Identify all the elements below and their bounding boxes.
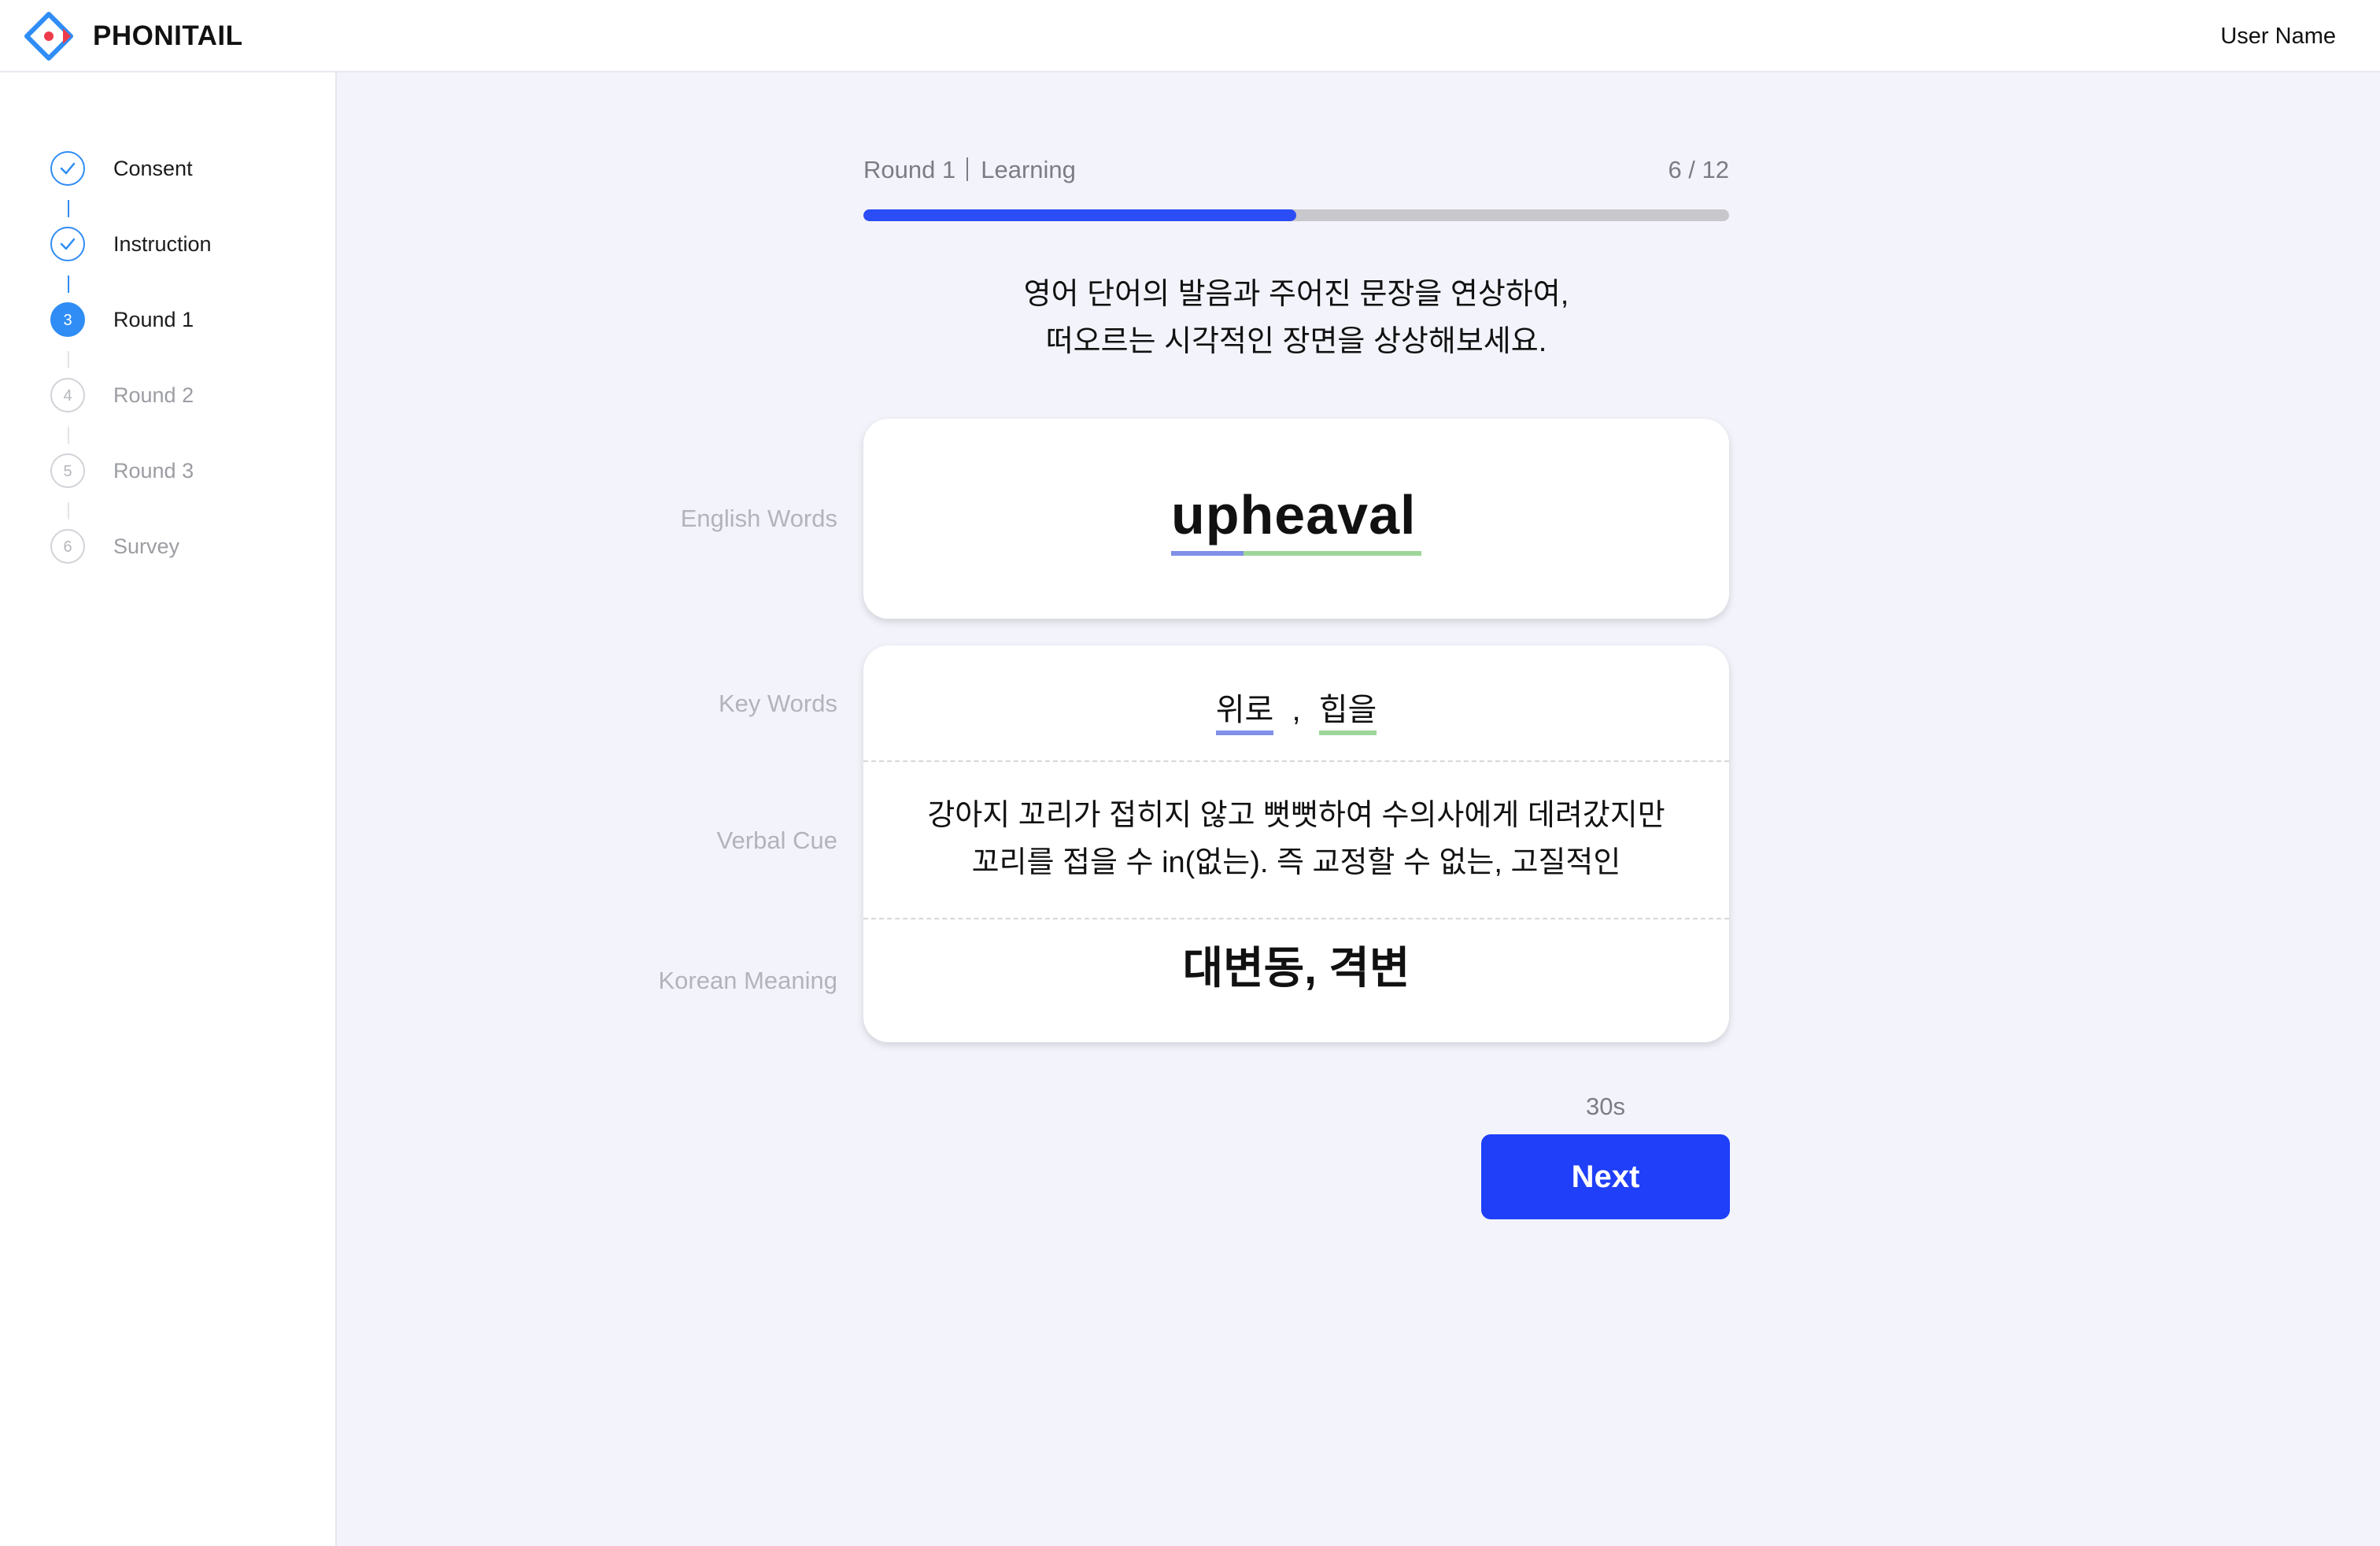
- user-name[interactable]: User Name: [2220, 22, 2336, 50]
- progress-header: Round 1 Learning 6 / 12: [863, 154, 1729, 186]
- key-words: 위로 , 힙을: [863, 686, 1729, 735]
- step-number-badge: 6: [50, 529, 85, 564]
- instruction-line: 떠오르는 시각적인 장면을 상상해보세요.: [1045, 325, 1547, 358]
- progress-bar: [863, 209, 1729, 221]
- next-button[interactable]: Next: [1481, 1134, 1730, 1219]
- step-label: Round 1: [113, 308, 194, 331]
- step-connector: [68, 502, 69, 520]
- korean-meaning: 대변동, 격변: [1182, 943, 1410, 993]
- step-number-badge: 5: [50, 453, 85, 488]
- phonitail-logo-icon[interactable]: [24, 11, 74, 61]
- step-connector: [68, 427, 69, 444]
- step-label: Round 2: [113, 383, 194, 407]
- word-underline-first: [1171, 551, 1244, 556]
- step-connector: [68, 351, 69, 368]
- cue-line: 꼬리를 접을 수 in(없는). 즉 교정할 수 없는, 고질적인: [971, 846, 1621, 879]
- progress-bar-fill: [863, 209, 1296, 221]
- keyword-text: 힙을: [1318, 693, 1377, 727]
- label-english-words: English Words: [680, 505, 837, 532]
- label-key-words: Key Words: [718, 690, 837, 717]
- countdown-timer: 30s: [1586, 1093, 1625, 1120]
- check-icon: [50, 227, 85, 261]
- divider: [863, 760, 1729, 762]
- keyword-underline: [1215, 730, 1274, 735]
- word-underline-second: [1244, 551, 1421, 556]
- keyword-text: 위로: [1215, 693, 1274, 727]
- step-connector: [68, 276, 69, 293]
- divider: [863, 918, 1729, 919]
- english-word: upheaval: [1171, 484, 1417, 546]
- progress-sidebar: Consent Instruction 3 Round 1 4 Round 2 …: [0, 72, 337, 1546]
- cue-line: 강아지 꼬리가 접히지 않고 뻣뻣하여 수의사에게 데려갔지만: [927, 799, 1665, 832]
- label-verbal-cue: Verbal Cue: [716, 827, 837, 854]
- verbal-cue: 강아지 꼬리가 접히지 않고 뻣뻣하여 수의사에게 데려갔지만 꼬리를 접을 수…: [863, 792, 1729, 886]
- check-icon: [50, 151, 85, 186]
- phase-label: Learning: [981, 156, 1076, 183]
- keyword-second: 힙을: [1318, 686, 1377, 735]
- keyword-underline: [1318, 730, 1377, 735]
- instruction-text: 영어 단어의 발음과 주어진 문장을 연상하여, 떠오르는 시각적인 장면을 상…: [863, 271, 1729, 365]
- instruction-line: 영어 단어의 발음과 주어진 문장을 연상하여,: [1023, 278, 1569, 311]
- step-label: Round 3: [113, 459, 194, 483]
- step-number-badge: 4: [50, 378, 85, 412]
- round-label: Round 1: [863, 156, 956, 183]
- top-header: PHONITAIL User Name: [0, 0, 2380, 72]
- step-label: Instruction: [113, 232, 212, 256]
- round-phase: Round 1 Learning: [863, 154, 1076, 186]
- step-label: Consent: [113, 157, 193, 180]
- step-number-badge: 3: [50, 302, 85, 337]
- round-divider: [966, 157, 969, 181]
- item-counter: 6 / 12: [1668, 156, 1729, 183]
- keyword-first: 위로: [1215, 686, 1274, 735]
- brand-name: PHONITAIL: [93, 20, 243, 51]
- step-connector: [68, 200, 69, 217]
- label-korean-meaning: Korean Meaning: [658, 967, 838, 994]
- step-label: Survey: [113, 534, 180, 558]
- keyword-separator: ,: [1292, 693, 1301, 727]
